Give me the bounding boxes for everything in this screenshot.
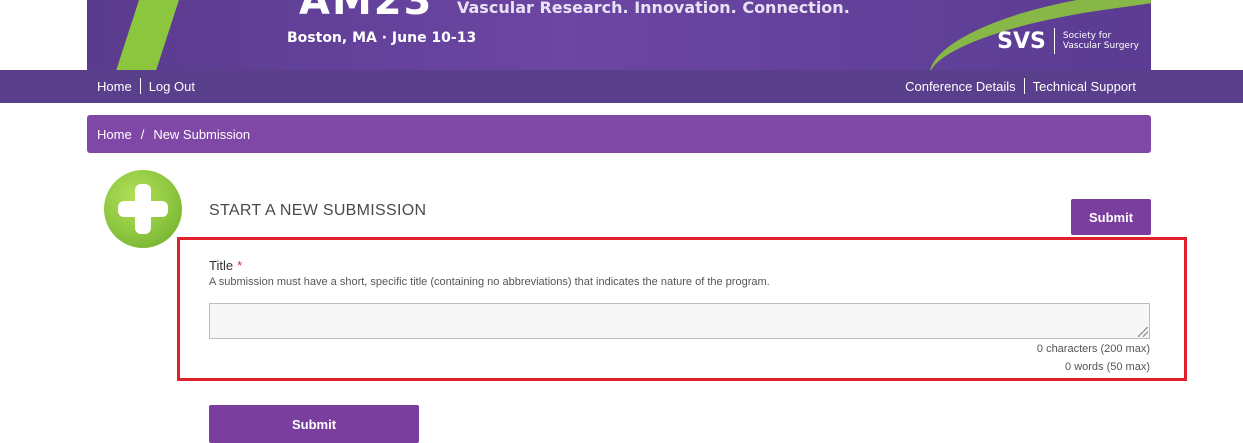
character-counter: 0 characters (200 max) bbox=[1036, 343, 1150, 355]
plus-horizontal-bar bbox=[118, 201, 168, 217]
banner-green-swoosh bbox=[103, 0, 189, 70]
svs-name-line1: Society for bbox=[1062, 31, 1112, 41]
submit-button-top[interactable]: Submit bbox=[1071, 199, 1151, 235]
submit-button-bottom[interactable]: Submit bbox=[209, 405, 419, 443]
banner-logo: AM23 bbox=[299, 0, 434, 24]
plus-circle-icon bbox=[104, 170, 182, 248]
svs-divider bbox=[1053, 28, 1055, 54]
nav-left-group: Home Log Out bbox=[97, 78, 195, 94]
title-input[interactable] bbox=[209, 303, 1150, 339]
breadcrumb-separator: / bbox=[140, 126, 145, 142]
banner-tagline: Vascular Research. Innovation. Connectio… bbox=[457, 0, 850, 17]
svs-name-line2: Vascular Surgery bbox=[1062, 41, 1139, 51]
page-title: START A NEW SUBMISSION bbox=[209, 202, 427, 219]
nav-divider bbox=[139, 78, 141, 94]
svs-logo: SVS Society for Vascular Surgery bbox=[997, 28, 1139, 54]
word-counter: 0 words (50 max) bbox=[1065, 361, 1150, 373]
svs-name: Society for Vascular Surgery bbox=[1063, 31, 1139, 51]
textarea-resize-handle[interactable] bbox=[1138, 327, 1148, 337]
nav-right-group: Conference Details Technical Support bbox=[905, 78, 1136, 94]
required-asterisk: * bbox=[237, 258, 243, 273]
nav-conference-details-link[interactable]: Conference Details bbox=[905, 79, 1016, 94]
nav-home-link[interactable]: Home bbox=[97, 79, 132, 94]
breadcrumb-current: New Submission bbox=[153, 126, 251, 142]
nav-divider bbox=[1023, 78, 1025, 94]
title-label-text: Title bbox=[209, 258, 234, 273]
svs-abbrev: SVS bbox=[997, 28, 1046, 54]
nav-technical-support-link[interactable]: Technical Support bbox=[1033, 79, 1136, 94]
breadcrumb-home-link[interactable]: Home bbox=[97, 127, 132, 142]
banner-location-date: Boston, MA · June 10-13 bbox=[287, 30, 477, 46]
top-navbar: Home Log Out Conference Details Technica… bbox=[0, 70, 1243, 103]
nav-logout-link[interactable]: Log Out bbox=[149, 79, 195, 94]
title-field-help: A submission must have a short, specific… bbox=[209, 276, 770, 288]
breadcrumb: Home / New Submission bbox=[87, 115, 1151, 153]
title-field-label: Title * bbox=[209, 258, 242, 273]
conference-banner: AM23 Vascular Research. Innovation. Conn… bbox=[87, 0, 1151, 70]
